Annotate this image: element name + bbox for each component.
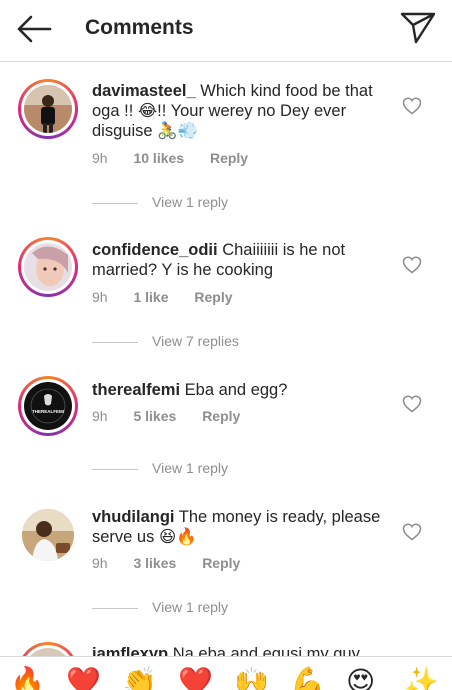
comment-meta: 9h 5 likes Reply bbox=[92, 408, 262, 424]
heart-eyes-emoji-button[interactable]: 😍 bbox=[346, 667, 375, 690]
heart-emoji-button[interactable]: ❤️ bbox=[178, 667, 213, 690]
sparkles-emoji-button[interactable]: ✨ bbox=[404, 667, 439, 690]
raised-hands-emoji-button[interactable]: 🙌 bbox=[234, 667, 269, 690]
view-replies-label: View 1 reply bbox=[152, 194, 229, 210]
reply-button[interactable]: Reply bbox=[210, 150, 248, 166]
avatar[interactable] bbox=[18, 79, 78, 139]
comment-likes[interactable]: 1 like bbox=[133, 289, 168, 305]
emoji-reaction-bar: 🔥 ❤️ 👏 ❤️ 🙌 💪 😍 ✨ bbox=[0, 656, 452, 690]
comment-username[interactable]: confidence_odii bbox=[92, 241, 218, 259]
reply-button[interactable]: Reply bbox=[202, 555, 240, 571]
reply-divider-line bbox=[92, 607, 138, 609]
muscle-emoji-button[interactable]: 💪 bbox=[290, 667, 325, 690]
reply-button[interactable]: Reply bbox=[194, 289, 232, 305]
comment-text: davimasteel_ Which kind food be that oga… bbox=[92, 81, 382, 141]
heart-icon[interactable] bbox=[402, 256, 422, 274]
comment-time: 9h bbox=[92, 408, 108, 424]
view-replies-button[interactable]: View 1 reply bbox=[92, 599, 228, 617]
comment-time: 9h bbox=[92, 555, 108, 571]
avatar[interactable] bbox=[18, 237, 78, 297]
comment-likes[interactable]: 3 likes bbox=[133, 555, 176, 571]
view-replies-button[interactable]: View 7 replies bbox=[92, 333, 239, 351]
send-icon[interactable] bbox=[398, 10, 438, 46]
comment-body: Eba and egg? bbox=[184, 381, 288, 399]
avatar[interactable]: THEREALFEMI bbox=[18, 376, 78, 436]
top-bar: Comments bbox=[0, 0, 452, 62]
comment-meta: 9h 10 likes Reply bbox=[92, 150, 270, 166]
view-replies-button[interactable]: View 1 reply bbox=[92, 460, 228, 478]
reply-divider-line bbox=[92, 468, 138, 470]
comment-username[interactable]: therealfemi bbox=[92, 381, 180, 399]
comment-text: vhudilangi The money is ready, please se… bbox=[92, 507, 382, 547]
avatar-logo-text: THEREALFEMI bbox=[32, 409, 64, 414]
reply-divider-line bbox=[92, 202, 138, 204]
comment-likes[interactable]: 10 likes bbox=[133, 150, 184, 166]
avatar[interactable] bbox=[22, 509, 74, 561]
comment-time: 9h bbox=[92, 150, 108, 166]
heart-icon[interactable] bbox=[402, 395, 422, 413]
heart-icon[interactable] bbox=[402, 523, 422, 541]
reply-button[interactable]: Reply bbox=[202, 408, 240, 424]
comment-text: confidence_odii Chaiiiiiii is he not mar… bbox=[92, 240, 382, 280]
comment-likes[interactable]: 5 likes bbox=[133, 408, 176, 424]
heart-icon[interactable] bbox=[402, 97, 422, 115]
back-arrow-icon[interactable] bbox=[14, 12, 54, 46]
comment-time: 9h bbox=[92, 289, 108, 305]
page-title: Comments bbox=[85, 16, 194, 39]
reply-divider-line bbox=[92, 341, 138, 343]
comment-text: therealfemi Eba and egg? bbox=[92, 380, 382, 400]
comment-meta: 9h 1 like Reply bbox=[92, 289, 255, 305]
view-replies-label: View 1 reply bbox=[152, 460, 229, 476]
comment-username[interactable]: vhudilangi bbox=[92, 508, 175, 526]
comment-username[interactable]: davimasteel_ bbox=[92, 82, 196, 100]
clap-emoji-button[interactable]: 👏 bbox=[122, 667, 157, 690]
view-replies-label: View 1 reply bbox=[152, 599, 229, 615]
view-replies-button[interactable]: View 1 reply bbox=[92, 194, 228, 212]
fire-emoji-button[interactable]: 🔥 bbox=[10, 667, 45, 690]
view-replies-label: View 7 replies bbox=[152, 333, 239, 349]
comment-meta: 9h 3 likes Reply bbox=[92, 555, 262, 571]
heart-emoji-button[interactable]: ❤️ bbox=[66, 667, 101, 690]
